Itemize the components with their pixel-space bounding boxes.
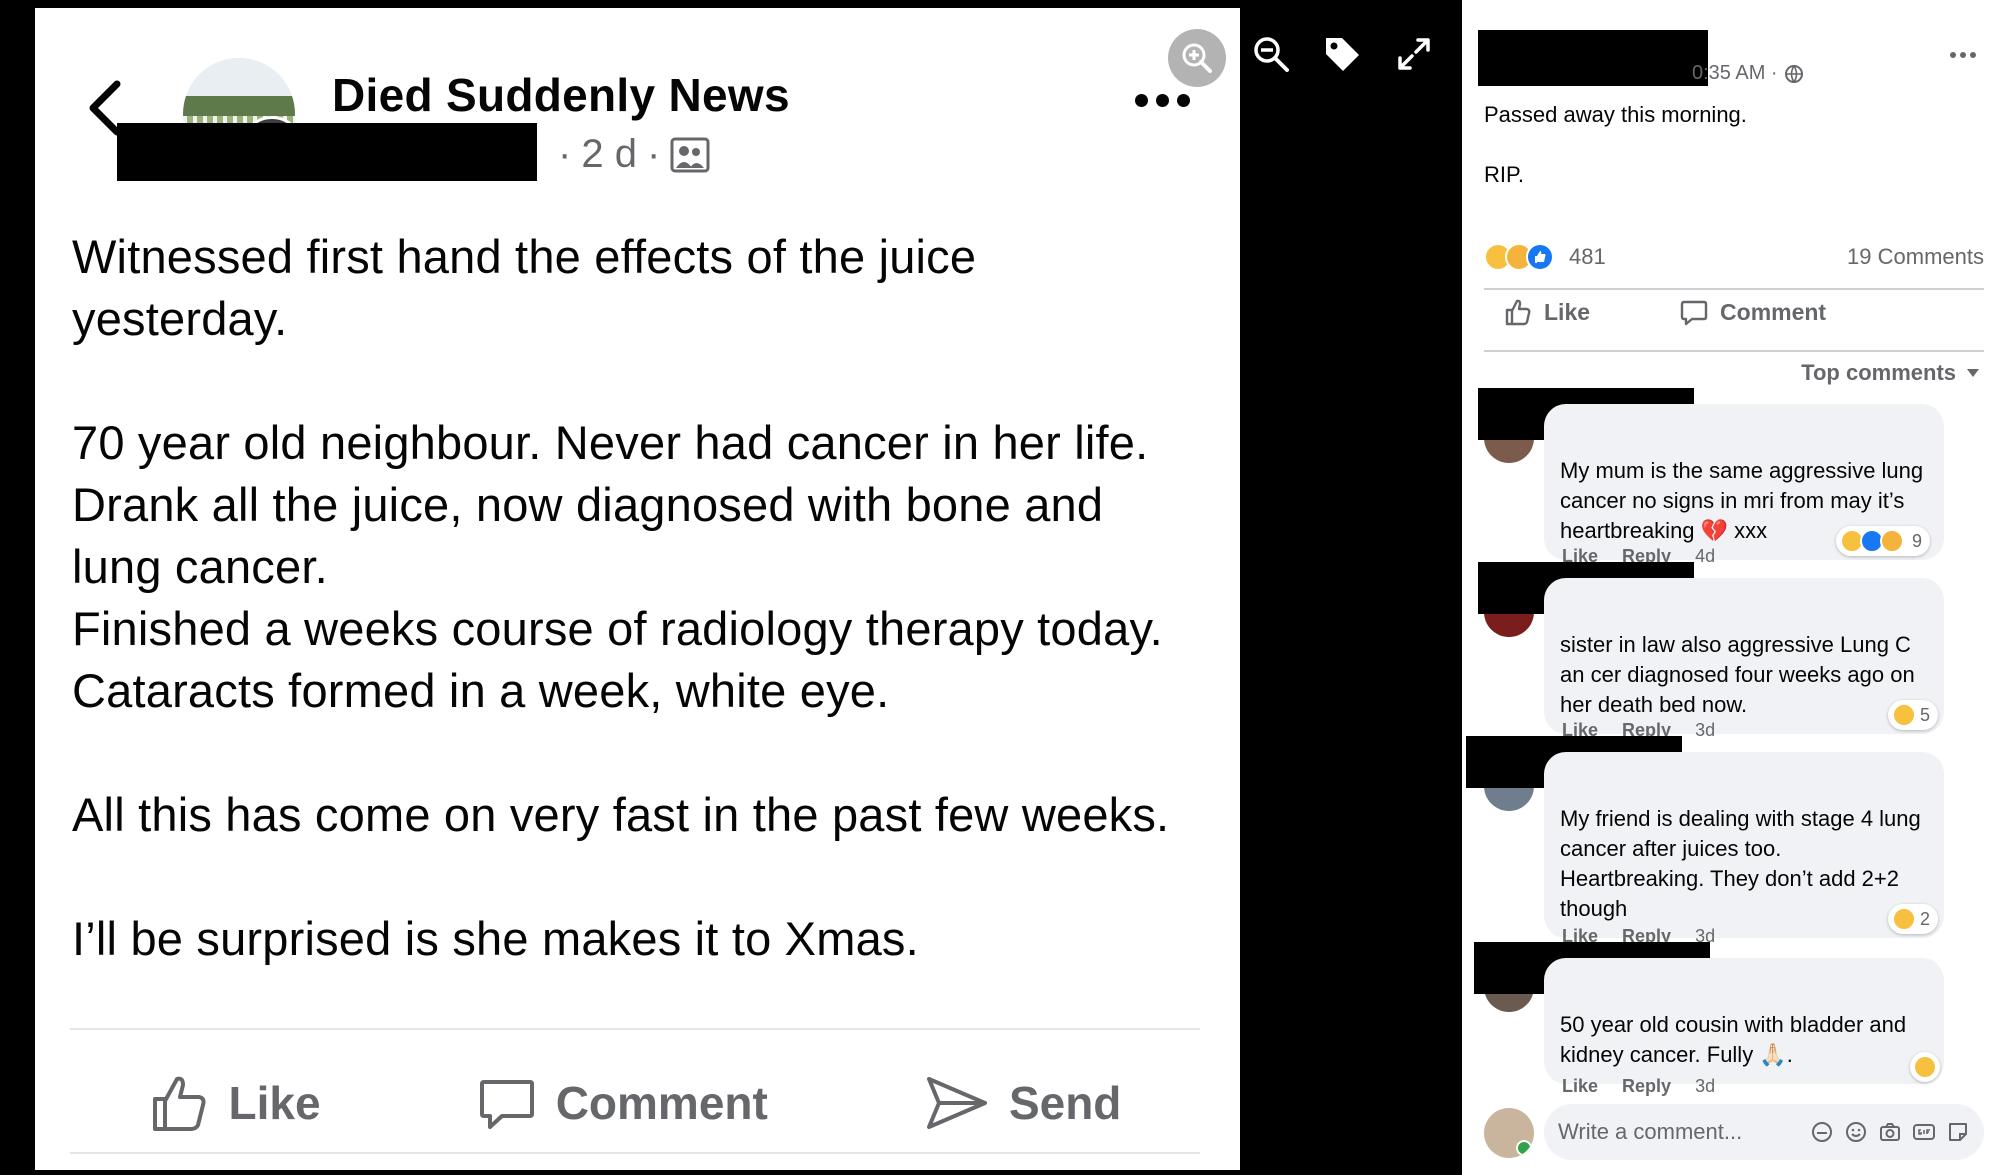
photo-viewer: Died Suddenly News · 2 d · Witnessed fir…	[0, 0, 1240, 1175]
post-text: Passed away this morning. RIP.	[1484, 102, 1747, 187]
comment-age: 3d	[1695, 1076, 1716, 1096]
gif-icon[interactable]	[1912, 1120, 1936, 1144]
comment-button: Comment	[478, 1074, 768, 1132]
current-user-avatar	[1484, 1108, 1534, 1158]
post-body-text: Witnessed first hand the effects of the …	[72, 230, 1170, 965]
divider	[70, 1028, 1200, 1030]
comment-like-link[interactable]: Like	[1562, 1076, 1598, 1097]
caret-down-icon	[1967, 369, 1979, 377]
avatar-sticker-icon[interactable]	[1810, 1120, 1834, 1144]
send-button: Send	[925, 1073, 1121, 1133]
sad-reaction-icon	[1892, 907, 1916, 931]
reaction-summary[interactable]: 481	[1484, 243, 1606, 271]
like-button[interactable]: Like	[1484, 298, 1590, 326]
more-options-icon	[1135, 94, 1190, 107]
comment-reactions[interactable]: 5	[1888, 700, 1939, 730]
like-label: Like	[228, 1077, 321, 1129]
comment-reactions[interactable]	[1910, 1052, 1940, 1082]
comment-bubble: My friend is dealing with stage 4 lung c…	[1544, 752, 1944, 938]
comment-reactions[interactable]: 9	[1836, 526, 1931, 556]
divider	[1484, 350, 1984, 352]
divider	[70, 1152, 1200, 1154]
zoom-in-icon	[1182, 43, 1212, 73]
post-time: 0:35 AM ·	[1692, 62, 1804, 85]
comment-bubble-icon	[1680, 300, 1708, 326]
camera-icon[interactable]	[1878, 1120, 1902, 1144]
comment-bubble: sister in law also aggressive Lung C an …	[1544, 578, 1944, 734]
comment-reactions[interactable]: 2	[1888, 904, 1939, 934]
comment-button[interactable]: Comment	[1660, 298, 1826, 326]
post-age: 2 d	[581, 132, 637, 176]
post-meta: · 2 d ·	[558, 132, 710, 177]
page-name: Died Suddenly News	[332, 69, 790, 121]
comment-reply-link[interactable]: Reply	[1622, 1076, 1671, 1097]
globe-icon	[1784, 64, 1803, 83]
write-comment-row: Write a comment...	[1484, 1104, 1984, 1162]
comment-input[interactable]: Write a comment...	[1544, 1104, 1984, 1160]
divider	[1484, 288, 1984, 290]
emoji-icon[interactable]	[1844, 1120, 1868, 1144]
thumbs-up-icon	[1505, 299, 1531, 326]
send-label: Send	[1008, 1077, 1122, 1129]
audience-friends-icon	[670, 137, 710, 172]
tag-icon[interactable]	[1322, 34, 1362, 74]
redaction-bar	[117, 123, 537, 181]
comment-sort-dropdown[interactable]: Top comments	[1801, 360, 1980, 386]
comment-bubble: 50 year old cousin with bladder and kidn…	[1544, 958, 1944, 1084]
sad-reaction-icon	[1913, 1055, 1937, 1079]
zoom-out-icon[interactable]	[1251, 34, 1291, 74]
comment-age: 4d	[1695, 546, 1716, 566]
reaction-count: 481	[1569, 244, 1606, 269]
comment-meta: Like Reply 3d	[1562, 1076, 1715, 1097]
redaction-bar	[1478, 30, 1708, 86]
comments-count[interactable]: 19 Comments	[1847, 244, 1984, 270]
post-action-row: Like Comment Send	[70, 1048, 1200, 1158]
post-screenshot-image: Died Suddenly News · 2 d · Witnessed fir…	[35, 8, 1240, 1170]
thumbs-up-icon	[152, 1076, 206, 1131]
comment-bubble-icon	[479, 1080, 534, 1129]
send-arrow-icon	[926, 1077, 987, 1129]
like-button: Like	[149, 1073, 321, 1133]
zoom-in-button[interactable]	[1168, 29, 1226, 87]
care-reaction-icon	[1880, 529, 1904, 553]
post-actions: Like Comment	[1484, 298, 1984, 326]
fullscreen-icon[interactable]	[1394, 34, 1434, 74]
reaction-stats: 481 19 Comments	[1484, 240, 1984, 274]
comment-age: 3d	[1695, 720, 1716, 740]
more-options-icon[interactable]	[1950, 52, 1976, 58]
like-reaction-icon	[1526, 243, 1554, 271]
post-sidebar: 0:35 AM · Passed away this morning. RIP.…	[1462, 0, 2000, 1175]
sad-reaction-icon	[1892, 703, 1916, 727]
sticker-icon[interactable]	[1946, 1120, 1970, 1144]
comment-label: Comment	[555, 1077, 768, 1129]
comment-input-placeholder: Write a comment...	[1558, 1119, 1743, 1144]
